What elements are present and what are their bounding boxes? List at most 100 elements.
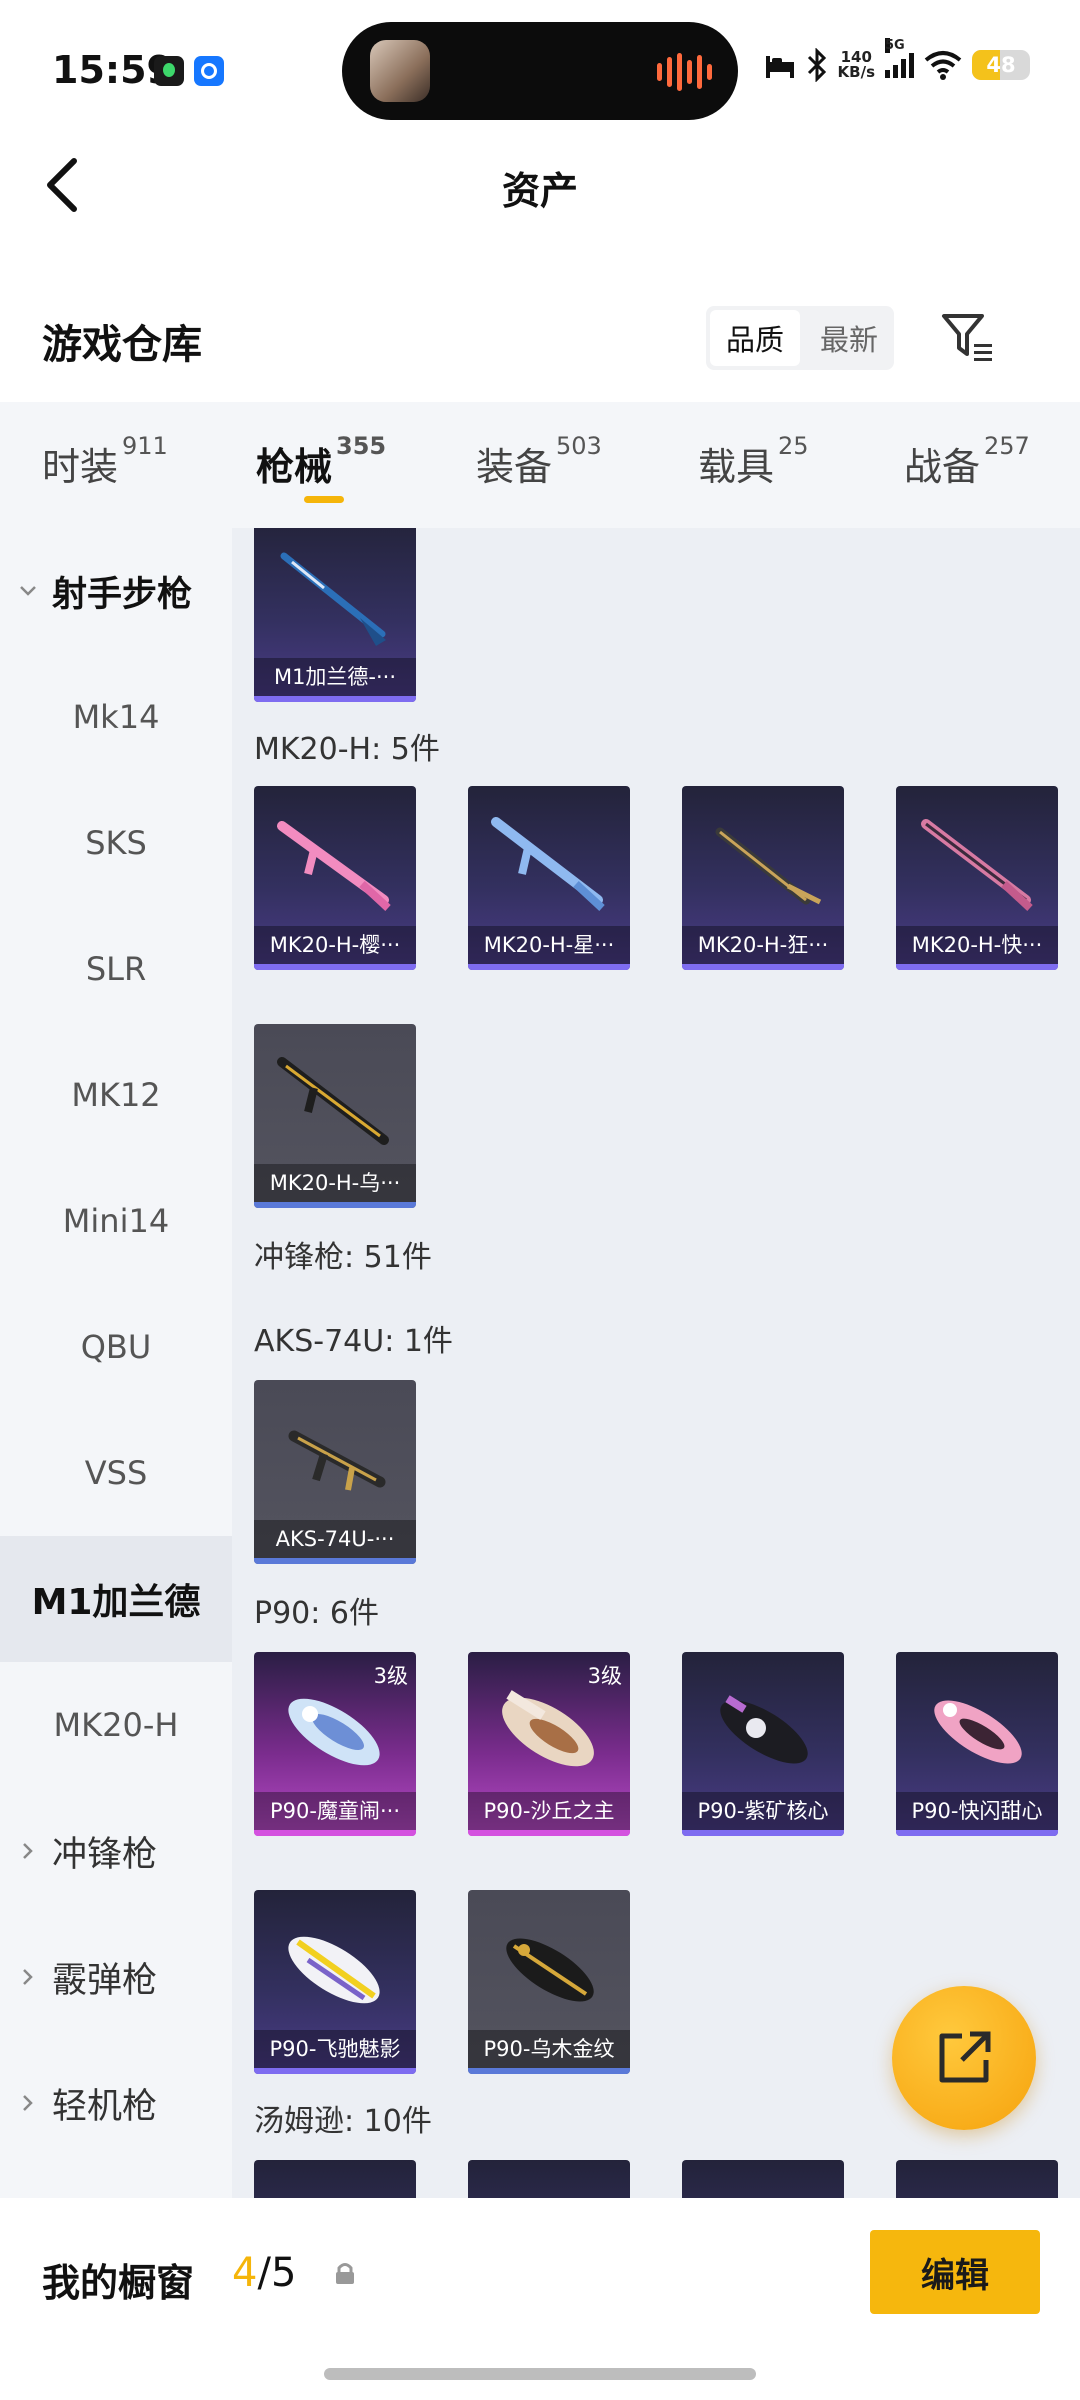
rarity-bar [254, 1558, 416, 1564]
tab-equipment[interactable]: 装备 503 [476, 432, 602, 491]
weapon-card-label: MK20-H-乌··· [254, 1164, 416, 1202]
smg-icon [288, 1936, 380, 2004]
weapon-card[interactable]: AKS-74U-··· [254, 1380, 416, 1564]
sidebar-item-label: MK12 [71, 1076, 161, 1114]
tab-label: 战备 [904, 445, 981, 489]
weapon-card[interactable]: P90-紫矿核心 [682, 1652, 844, 1836]
showcase-label: 我的橱窗 [42, 2261, 195, 2305]
sidebar-item-label: MK20-H [53, 1706, 179, 1744]
weapon-grid: M1加兰德-··· MK20-H: 5件 MK20-H-樱··· MK20-H-… [232, 528, 1080, 2198]
weapon-card[interactable]: MK20-H-乌··· [254, 1024, 416, 1208]
sidebar-group-shotgun[interactable]: 霰弹枪 [0, 1914, 232, 2040]
warehouse-title: 游戏仓库 [42, 322, 202, 368]
home-indicator[interactable] [324, 2368, 756, 2380]
rarity-bar [254, 1202, 416, 1208]
edit-button[interactable]: 编辑 [870, 2230, 1040, 2314]
section-title: 汤姆逊: 10件 [254, 2104, 432, 2139]
network-speed: 140 KB/s [838, 50, 875, 80]
sort-quality-button[interactable]: 品质 [710, 310, 800, 366]
tab-count: 911 [122, 432, 168, 460]
smg-icon [934, 1700, 1022, 1764]
weapon-card-label: MK20-H-快··· [896, 926, 1058, 964]
music-app-icon [154, 56, 184, 86]
tab-fashion[interactable]: 时装 911 [42, 432, 168, 491]
weapon-card-label: P90-快闪甜心 [896, 1792, 1058, 1830]
rifle-icon [715, 827, 822, 905]
weapon-card[interactable]: 3级 P90-魔童闹··· [254, 1652, 416, 1836]
weapon-card[interactable] [896, 2160, 1058, 2198]
tab-count: 257 [984, 432, 1030, 460]
dynamic-island[interactable] [342, 22, 738, 120]
level-badge: 3级 [373, 1664, 408, 1688]
weapon-card[interactable]: MK20-H-樱··· [254, 786, 416, 970]
cell-signal-icon: 5G [885, 38, 914, 78]
rifle-icon [277, 1057, 389, 1145]
wifi-icon [924, 51, 962, 80]
weapon-card-label: MK20-H-狂··· [682, 926, 844, 964]
sort-latest-button[interactable]: 最新 [804, 306, 894, 370]
weapon-card-label: P90-乌木金纹 [468, 2030, 630, 2068]
battery-level: 48 [986, 53, 1016, 77]
sidebar-item-qbu[interactable]: QBU [0, 1284, 232, 1410]
smg-icon [720, 1695, 808, 1764]
rarity-bar [254, 2068, 416, 2074]
rarity-bar [682, 964, 844, 970]
sidebar-item-mk12[interactable]: MK12 [0, 1032, 232, 1158]
sidebar-item-label: SKS [85, 824, 147, 862]
tab-vehicles[interactable]: 载具 25 [698, 432, 809, 491]
rarity-bar [682, 1830, 844, 1836]
weapon-card[interactable] [468, 2160, 630, 2198]
sort-toggle: 品质 最新 [706, 306, 894, 370]
weapon-card[interactable]: P90-飞驰魅影 [254, 1890, 416, 2074]
rarity-bar [468, 1830, 630, 1836]
filter-icon[interactable] [940, 310, 996, 366]
sidebar-item-mk20h[interactable]: MK20-H [0, 1662, 232, 1788]
chevron-right-icon [23, 2095, 33, 2111]
tab-label: 时装 [42, 445, 119, 489]
weapon-card[interactable] [682, 2160, 844, 2198]
tab-supplies[interactable]: 战备 257 [904, 432, 1030, 491]
sidebar-group-smg[interactable]: 冲锋枪 [0, 1788, 232, 1914]
browser-app-icon [194, 56, 224, 86]
sidebar-item-mk14[interactable]: Mk14 [0, 654, 232, 780]
sidebar-item-mini14[interactable]: Mini14 [0, 1158, 232, 1284]
sidebar-item-label: 霰弹枪 [52, 1960, 158, 2001]
weapon-card[interactable]: MK20-H-狂··· [682, 786, 844, 970]
weapon-card[interactable]: MK20-H-星··· [468, 786, 630, 970]
weapon-card-label: M1加兰德-··· [254, 658, 416, 696]
network-type: 5G [885, 38, 905, 53]
rarity-bar [254, 1830, 416, 1836]
bed-icon [765, 56, 794, 78]
rifle-icon [277, 821, 391, 911]
level-badge: 3级 [587, 1664, 622, 1688]
section-title: AKS-74U: 1件 [254, 1324, 453, 1359]
weapon-category-sidebar: 射手步枪 Mk14 SKS SLR MK12 Mini14 QBU VSS M1… [0, 528, 232, 2198]
tab-weapons[interactable]: 枪械 355 [256, 432, 386, 491]
sidebar-item-m1-garand[interactable]: M1加兰德 [0, 1536, 232, 1662]
weapon-card[interactable]: 3级 P90-沙丘之主 [468, 1652, 630, 1836]
weapon-card[interactable]: P90-乌木金纹 [468, 1890, 630, 2074]
sidebar-item-vss[interactable]: VSS [0, 1410, 232, 1536]
sidebar-group-lmg[interactable]: 轻机枪 [0, 2040, 232, 2166]
weapon-card-label: MK20-H-樱··· [254, 926, 416, 964]
weapon-card[interactable]: MK20-H-快··· [896, 786, 1058, 970]
smg-icon [288, 1430, 386, 1491]
sidebar-item-label: 轻机枪 [52, 2086, 158, 2127]
sidebar-item-sks[interactable]: SKS [0, 780, 232, 906]
rarity-bar [468, 2068, 630, 2074]
lock-icon [336, 2263, 354, 2284]
share-button[interactable] [892, 1986, 1036, 2130]
weapon-card[interactable]: P90-快闪甜心 [896, 1652, 1058, 1836]
sidebar-item-slr[interactable]: SLR [0, 906, 232, 1032]
rarity-bar [254, 696, 416, 702]
rifle-icon [921, 819, 1033, 911]
weapon-card[interactable] [254, 2160, 416, 2198]
sidebar-group-marksman[interactable]: 射手步枪 [0, 528, 232, 654]
weapon-card-label: MK20-H-星··· [468, 926, 630, 964]
rarity-bar [468, 964, 630, 970]
speed-unit: KB/s [837, 63, 875, 81]
weapon-card[interactable]: M1加兰德-··· [254, 528, 416, 702]
tab-label: 载具 [698, 445, 775, 489]
chevron-right-icon [23, 1843, 33, 1859]
sidebar-item-label: VSS [84, 1454, 148, 1492]
